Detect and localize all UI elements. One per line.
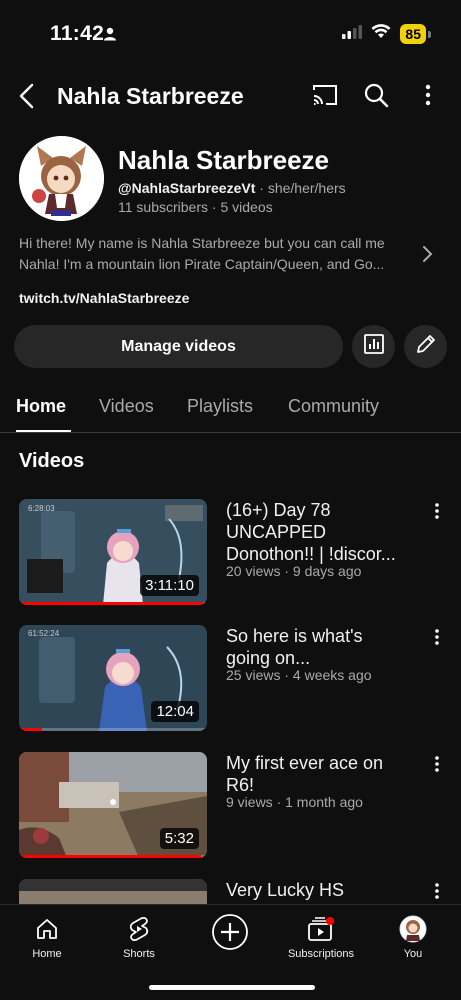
- manage-videos-button[interactable]: Manage videos: [14, 325, 343, 368]
- video-count: 5 videos: [220, 199, 273, 215]
- video-title: My first ever ace on R6!: [226, 752, 416, 796]
- top-app-bar: Nahla Starbreeze: [0, 76, 461, 116]
- wifi-icon: [371, 24, 391, 44]
- page-title: Nahla Starbreeze: [57, 83, 244, 109]
- tab-playlists[interactable]: Playlists: [187, 396, 253, 417]
- channel-tabs: Home Videos Playlists Community: [0, 384, 461, 433]
- search-icon[interactable]: [363, 82, 389, 113]
- cellular-signal-icon: [342, 24, 363, 44]
- channel-handle-row: @NahlaStarbreezeVt · she/her/hers: [118, 180, 346, 196]
- channel-avatar[interactable]: [19, 136, 104, 221]
- video-title-line: My first ever ace on: [226, 753, 384, 773]
- video-duration: 5:32: [159, 828, 199, 849]
- subscriber-count: 11 subscribers: [118, 199, 209, 215]
- pencil-icon: [415, 333, 437, 360]
- video-title: (16+) Day 78 UNCAPPED Donothon!! | !disc…: [226, 499, 416, 565]
- watch-progress-bar: [19, 728, 42, 731]
- video-meta: 20 views · 9 days ago: [226, 563, 362, 579]
- home-indicator: [149, 985, 315, 990]
- thumbnail-timestamp: 6:28:03: [28, 504, 55, 513]
- nav-label: Home: [32, 948, 62, 960]
- analytics-icon: [363, 333, 385, 360]
- video-thumbnail[interactable]: 61:52:24 12:04: [19, 625, 207, 731]
- watch-progress-bar: [19, 855, 202, 858]
- video-title-line: Very Lucky HS: [226, 880, 345, 900]
- nav-subscriptions[interactable]: Subscriptions: [276, 913, 366, 960]
- nav-label: Subscriptions: [287, 948, 355, 960]
- video-more-icon[interactable]: [432, 882, 442, 905]
- thumbnail-timestamp: 61:52:24: [28, 629, 60, 638]
- create-plus-icon: [211, 913, 249, 954]
- progress-track: [19, 728, 207, 731]
- nav-shorts[interactable]: Shorts: [94, 913, 184, 960]
- nav-you[interactable]: You: [368, 913, 458, 960]
- battery-tip: [428, 30, 431, 38]
- video-title-line: Donothon!! | !discor...: [226, 544, 396, 564]
- video-title-line: UNCAPPED: [226, 522, 327, 542]
- tab-videos[interactable]: Videos: [99, 396, 154, 417]
- status-time: 11:42: [50, 22, 105, 45]
- more-options-icon[interactable]: [418, 82, 438, 113]
- back-arrow-icon[interactable]: [16, 82, 38, 115]
- chevron-right-icon[interactable]: [420, 244, 434, 269]
- you-avatar-icon: [399, 915, 427, 946]
- video-meta: 25 views · 4 weeks ago: [226, 667, 372, 683]
- description-line: Nahla! I'm a mountain lion Pirate Captai…: [19, 256, 385, 272]
- channel-handle: @NahlaStarbreezeVt: [118, 180, 256, 196]
- video-duration: 12:04: [151, 701, 199, 722]
- shorts-icon: [127, 916, 151, 945]
- video-duration: 3:11:10: [140, 575, 199, 596]
- tab-home[interactable]: Home: [16, 396, 66, 417]
- nav-label: You: [403, 948, 423, 960]
- channel-description[interactable]: Hi there! My name is Nahla Starbreeze bu…: [19, 233, 409, 275]
- tab-community[interactable]: Community: [288, 396, 379, 417]
- video-more-icon[interactable]: [432, 502, 442, 525]
- status-bar: 11:42 85: [0, 0, 461, 66]
- video-title: So here is what's going on...: [226, 625, 416, 669]
- video-title: Very Lucky HS: [226, 879, 416, 901]
- channel-stats: 11 subscribers · 5 videos: [118, 199, 273, 215]
- video-title-line: (16+) Day 78: [226, 500, 331, 520]
- video-meta: 9 views · 1 month ago: [226, 794, 363, 810]
- edit-channel-button[interactable]: [404, 325, 447, 368]
- channel-pronouns: she/her/hers: [267, 180, 346, 196]
- separator-dot: ·: [259, 180, 268, 196]
- video-thumbnail[interactable]: 6:28:03 3:11:10: [19, 499, 207, 605]
- video-more-icon[interactable]: [432, 628, 442, 651]
- section-title: Videos: [19, 450, 85, 472]
- nav-home[interactable]: Home: [2, 913, 92, 960]
- video-more-icon[interactable]: [432, 755, 442, 778]
- video-item[interactable]: 6:28:03 3:11:10 (16+) Day 78 UNCAPPED Do…: [0, 499, 461, 609]
- video-item[interactable]: 5:32 My first ever ace on R6! 9 views · …: [0, 752, 461, 862]
- home-icon: [35, 917, 59, 944]
- channel-name: Nahla Starbreeze: [118, 145, 329, 175]
- video-item[interactable]: 61:52:24 12:04 So here is what's going o…: [0, 625, 461, 735]
- channel-link[interactable]: twitch.tv/NahlaStarbreeze: [19, 290, 189, 306]
- subscriptions-icon: [307, 916, 335, 945]
- video-thumbnail[interactable]: 5:32: [19, 752, 207, 858]
- video-title-line: So here is what's: [226, 626, 363, 646]
- video-title-line: R6!: [226, 775, 255, 795]
- video-title-line: going on...: [226, 648, 311, 668]
- description-line: Hi there! My name is Nahla Starbreeze bu…: [19, 235, 385, 251]
- active-tab-indicator: [16, 430, 71, 432]
- cast-icon[interactable]: [311, 83, 339, 112]
- nav-create[interactable]: [185, 913, 275, 953]
- analytics-button[interactable]: [352, 325, 395, 368]
- nav-label: Shorts: [123, 948, 155, 960]
- battery-indicator: 85: [400, 24, 426, 44]
- watch-progress-bar: [19, 602, 204, 605]
- person-icon: [103, 27, 117, 46]
